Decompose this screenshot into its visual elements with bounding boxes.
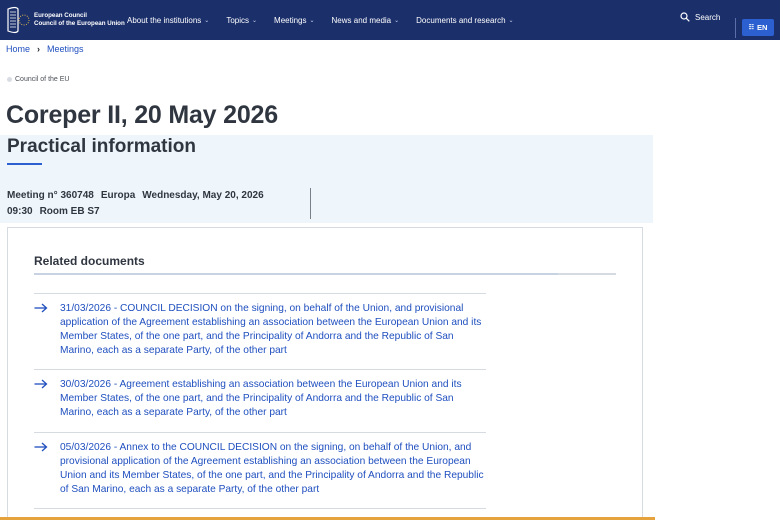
nav-item-about[interactable]: About the institutions ⌄ (127, 16, 209, 25)
document-link[interactable]: 05/03/2026 - Annex to the COUNCIL DECISI… (34, 432, 486, 508)
nav-item-news[interactable]: News and media ⌄ (332, 16, 400, 25)
nav-item-documents[interactable]: Documents and research ⌄ (416, 16, 513, 25)
info-divider (310, 188, 311, 219)
language-selector[interactable]: ☷ EN (742, 19, 774, 36)
document-title: 30/03/2026 - Agreement establishing an a… (60, 379, 462, 418)
chevron-down-icon: ⌄ (204, 17, 210, 24)
breadcrumb-meetings[interactable]: Meetings (47, 44, 84, 54)
chevron-down-icon: ⌄ (394, 17, 400, 24)
meeting-date: Wednesday, May 20, 2026 (142, 190, 264, 201)
meeting-number: Meeting n° 360748 (7, 190, 94, 201)
breadcrumb: Home › Meetings (6, 44, 84, 54)
arrow-right-icon (34, 442, 48, 452)
chevron-down-icon: ⌄ (309, 17, 315, 24)
document-title: 05/03/2026 - Annex to the COUNCIL DECISI… (60, 442, 484, 495)
nav-label: About the institutions (127, 15, 202, 25)
meeting-room: Room EB S7 (39, 206, 100, 217)
breadcrumb-home[interactable]: Home (6, 44, 30, 54)
top-navigation-bar: European Council Council of the European… (0, 0, 780, 40)
heading-rule-accent (34, 273, 558, 275)
tag-label: Council of the EU (15, 76, 70, 83)
meeting-location: Europa (100, 190, 136, 201)
nav-item-topics[interactable]: Topics ⌄ (226, 16, 257, 25)
practical-info-heading: Practical information (7, 136, 196, 157)
chevron-down-icon: ⌄ (252, 17, 258, 24)
meeting-time-room: 09:30 Room EB S7 (7, 206, 107, 217)
institution-tag: Council of the EU (7, 76, 69, 83)
document-link[interactable]: 30/03/2026 - Agreement establishing an a… (34, 369, 486, 432)
document-link[interactable]: 31/03/2026 - COUNCIL DECISION on the sig… (34, 293, 486, 369)
site-logo[interactable]: European Council Council of the European… (4, 5, 125, 35)
related-documents-heading: Related documents (34, 254, 145, 268)
tag-dot-icon (7, 77, 12, 82)
logo-line-1: European Council (34, 12, 87, 19)
search-icon (680, 12, 690, 22)
arrow-right-icon (34, 303, 48, 313)
arrow-right-icon (34, 379, 48, 389)
nav-label: Topics (226, 15, 249, 25)
language-icon: ☷ (748, 25, 754, 31)
nav-label: News and media (331, 15, 392, 25)
header-divider (735, 18, 736, 38)
search-label: Search (695, 12, 721, 22)
logo-line-2: Council of the European Union (34, 20, 125, 27)
nav-label: Meetings (274, 15, 307, 25)
language-code: EN (756, 23, 768, 32)
nav-label: Documents and research (416, 15, 506, 25)
page-title: Coreper II, 20 May 2026 (6, 101, 278, 129)
chevron-right-icon: › (37, 44, 41, 54)
meeting-details: Meeting n° 360748 Europa Wednesday, May 20… (7, 190, 271, 201)
search-button[interactable]: Search (680, 12, 720, 22)
nav-item-meetings[interactable]: Meetings ⌄ (274, 16, 315, 25)
logo-text: European Council Council of the European… (34, 12, 125, 28)
meeting-time: 09:30 (7, 206, 33, 217)
chevron-down-icon: ⌄ (508, 17, 514, 24)
heading-underline (7, 163, 42, 165)
document-title: 31/03/2026 - COUNCIL DECISION on the sig… (60, 303, 482, 356)
main-nav: About the institutions ⌄ Topics ⌄ Meetings… (127, 0, 531, 40)
eu-council-logo-icon (4, 6, 30, 34)
